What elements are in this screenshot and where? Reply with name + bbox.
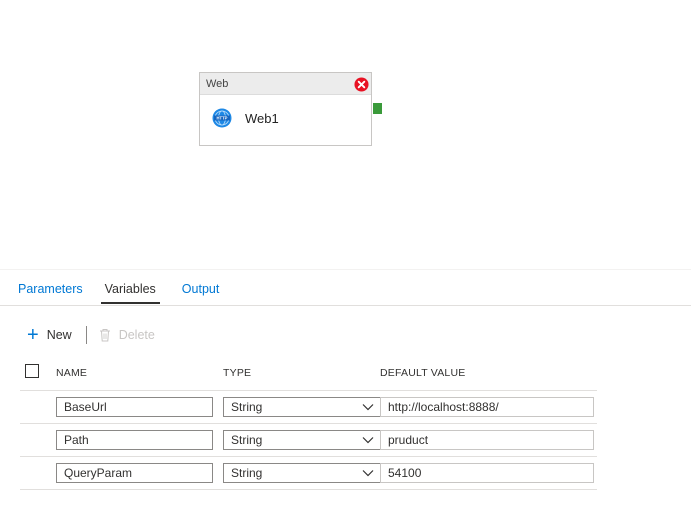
header-divider <box>20 390 597 391</box>
default-value-input[interactable] <box>380 397 594 417</box>
type-select-value: String <box>231 466 263 480</box>
default-value-input[interactable] <box>380 430 594 450</box>
row-divider <box>20 456 597 457</box>
column-header-type: TYPE <box>223 367 252 379</box>
http-globe-icon: HTTP <box>212 108 232 128</box>
chevron-down-icon <box>362 470 374 477</box>
tab-variables[interactable]: Variables <box>100 282 160 304</box>
chevron-down-icon <box>362 437 374 444</box>
trash-icon <box>99 329 110 342</box>
svg-text:HTTP: HTTP <box>217 116 228 121</box>
type-select-value: String <box>231 433 263 447</box>
select-all-checkbox[interactable] <box>25 364 39 378</box>
delete-button[interactable]: Delete <box>99 328 155 342</box>
tab-parameters[interactable]: Parameters <box>18 282 83 304</box>
activity-name: Web1 <box>245 110 279 126</box>
variables-toolbar: + New Delete <box>27 325 155 345</box>
type-select-value: String <box>231 400 263 414</box>
web-activity-node[interactable]: Web HTTP Web1 <box>199 72 372 146</box>
default-value-input[interactable] <box>380 463 594 483</box>
activity-body: HTTP Web1 <box>200 95 371 128</box>
new-button[interactable]: + New <box>27 324 72 346</box>
error-icon[interactable] <box>354 77 369 92</box>
column-header-name: NAME <box>56 367 88 379</box>
row-divider <box>20 489 597 490</box>
toolbar-separator <box>85 326 87 344</box>
new-label: New <box>46 328 72 342</box>
activity-type-label: Web <box>206 77 229 90</box>
tabs-divider <box>0 305 691 306</box>
row-divider <box>20 423 597 424</box>
delete-label: Delete <box>118 328 155 342</box>
variable-type-select[interactable]: String <box>223 430 381 450</box>
plus-icon: + <box>27 324 39 346</box>
panel-divider <box>0 269 691 270</box>
activity-header: Web <box>200 73 371 95</box>
variable-name-input[interactable] <box>56 397 213 417</box>
success-output-handle[interactable] <box>373 103 382 114</box>
column-header-default-value: DEFAULT VALUE <box>380 367 466 379</box>
variable-name-input[interactable] <box>56 430 213 450</box>
tab-output[interactable]: Output <box>182 282 220 304</box>
chevron-down-icon <box>362 404 374 411</box>
pipeline-canvas[interactable]: Web HTTP Web1 <box>0 0 691 268</box>
variable-type-select[interactable]: String <box>223 397 381 417</box>
properties-tabs: Parameters Variables Output <box>18 282 241 304</box>
variable-name-input[interactable] <box>56 463 213 483</box>
variable-type-select[interactable]: String <box>223 463 381 483</box>
